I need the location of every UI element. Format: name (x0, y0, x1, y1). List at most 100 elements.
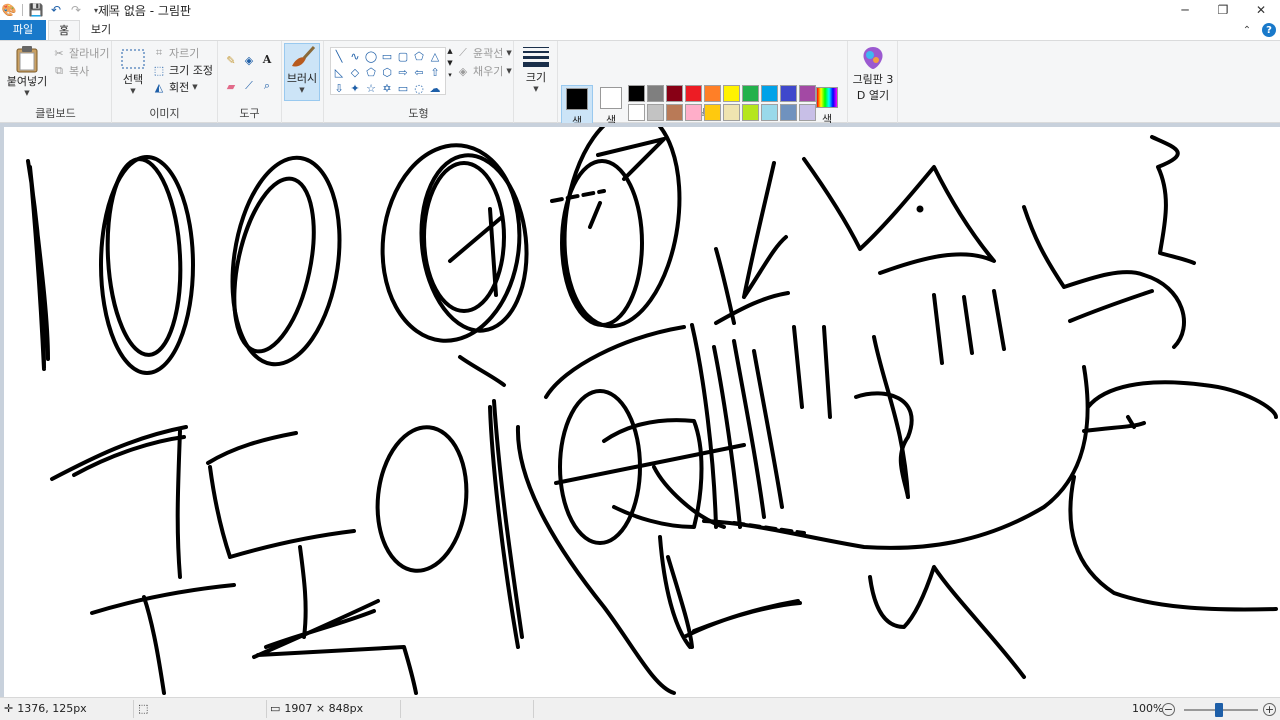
paint3d-label-line2: D 열기 (856, 89, 890, 102)
palette-swatch[interactable] (723, 85, 740, 102)
palette-swatch[interactable] (780, 104, 797, 121)
redo-icon[interactable]: ↷ (69, 3, 83, 17)
paste-button[interactable]: 붙여넣기 ▼ (4, 45, 50, 97)
oval-callout-shape-icon[interactable]: ◌ (411, 80, 427, 96)
rounded-rectangle-shape-icon[interactable]: ▢ (395, 48, 411, 64)
color-picker-icon[interactable]: ⟋ (242, 79, 256, 93)
select-icon (121, 49, 145, 69)
resize-button[interactable]: ⬚ 크기 조정 (152, 62, 213, 78)
palette-swatch[interactable] (742, 104, 759, 121)
palette-swatch[interactable] (761, 104, 778, 121)
fill-bucket-icon[interactable]: ◈ (242, 53, 256, 67)
undo-icon[interactable]: ↶ (49, 3, 63, 17)
expand-gallery-icon[interactable]: ▾ (448, 71, 452, 79)
freehand-drawing (26, 123, 1278, 695)
rotate-icon: ◭ (154, 80, 164, 94)
zoom-slider-thumb[interactable] (1215, 703, 1223, 717)
pentagon-shape-icon[interactable]: ⬠ (363, 64, 379, 80)
palette-swatch[interactable] (647, 104, 664, 121)
scroll-up-icon[interactable]: ▲ (447, 47, 452, 55)
size-label: 크기 (525, 71, 547, 84)
pencil-icon[interactable]: ✎ (224, 53, 238, 67)
rotate-button[interactable]: ◭ 회전 ▼ (152, 79, 198, 95)
group-brushes: 브러시 ▼ (282, 41, 324, 123)
select-button[interactable]: 선택 ▼ (116, 47, 150, 95)
right-arrow-shape-icon[interactable]: ⇨ (395, 64, 411, 80)
oval-shape-icon[interactable]: ◯ (363, 48, 379, 64)
fill-button[interactable]: ◈ 채우기 ▼ (456, 63, 512, 79)
canvas-size: ▭ 1907 × 848px (270, 702, 363, 715)
curve-shape-icon[interactable]: ∿ (347, 48, 363, 64)
palette-swatch[interactable] (704, 104, 721, 121)
drawing-canvas[interactable] (4, 123, 1280, 697)
selection-size: ⬚ (138, 702, 148, 715)
color2-swatch (600, 87, 622, 109)
four-point-star-shape-icon[interactable]: ✦ (347, 80, 363, 96)
open-paint3d-button[interactable]: 그림판 3 D 열기 (850, 45, 896, 103)
brush-icon (292, 45, 316, 67)
palette-swatch[interactable] (628, 104, 645, 121)
size-button[interactable]: 크기 ▼ (518, 45, 554, 93)
paint3d-label-line1: 그림판 3 (852, 73, 894, 86)
copy-button[interactable]: ⧉ 복사 (52, 63, 89, 79)
tab-home[interactable]: 홈 (48, 20, 80, 40)
triangle-shape-icon[interactable]: △ (427, 48, 443, 64)
outline-button[interactable]: ⟋ 윤곽선 ▼ (456, 45, 512, 61)
magnifier-icon[interactable]: ⌕ (260, 79, 274, 93)
palette-swatch[interactable] (780, 85, 797, 102)
zoom-in-button[interactable]: + (1263, 703, 1276, 716)
diamond-shape-icon[interactable]: ◇ (347, 64, 363, 80)
zoom-out-button[interactable]: − (1162, 703, 1175, 716)
down-arrow-shape-icon[interactable]: ⇩ (331, 80, 347, 96)
rounded-callout-shape-icon[interactable]: ▭ (395, 80, 411, 96)
palette-swatch[interactable] (647, 85, 664, 102)
paint-app-icon[interactable]: 🎨 (2, 3, 17, 17)
divider (22, 4, 23, 16)
collapse-ribbon-icon[interactable]: ⌃ (1240, 23, 1254, 37)
text-icon[interactable]: A (260, 52, 274, 66)
shapes-scroll[interactable]: ▲ ▼ ▾ (446, 47, 454, 95)
close-button[interactable]: ✕ (1242, 0, 1280, 20)
hexagon-shape-icon[interactable]: ⬡ (379, 64, 395, 80)
palette-swatch[interactable] (666, 104, 683, 121)
tab-view[interactable]: 보기 (84, 20, 118, 40)
group-clipboard: 붙여넣기 ▼ ✂ 잘라내기 ⧉ 복사 클립보드 (0, 41, 112, 123)
help-icon[interactable]: ? (1262, 23, 1276, 37)
five-point-star-shape-icon[interactable]: ☆ (363, 80, 379, 96)
polygon-shape-icon[interactable]: ⬠ (411, 48, 427, 64)
brushes-button[interactable]: 브러시 ▼ (284, 43, 320, 101)
group-size: 크기 ▼ (514, 41, 558, 123)
palette-swatch[interactable] (723, 104, 740, 121)
minimize-button[interactable]: ─ (1166, 0, 1204, 20)
palette-swatch[interactable] (666, 85, 683, 102)
cloud-callout-shape-icon[interactable]: ☁ (427, 80, 443, 96)
line-size-icon (523, 47, 549, 67)
right-triangle-shape-icon[interactable]: ◺ (331, 64, 347, 80)
up-arrow-shape-icon[interactable]: ⇧ (427, 64, 443, 80)
scroll-down-icon[interactable]: ▼ (447, 59, 452, 67)
resize-icon: ⬚ (153, 63, 165, 77)
left-arrow-shape-icon[interactable]: ⇦ (411, 64, 427, 80)
crop-button[interactable]: ⌗ 자르기 (152, 45, 199, 61)
six-point-star-shape-icon[interactable]: ✡ (379, 80, 395, 96)
palette-swatch[interactable] (685, 104, 702, 121)
rectangle-shape-icon[interactable]: ▭ (379, 48, 395, 64)
cut-button[interactable]: ✂ 잘라내기 (52, 45, 109, 61)
maximize-button[interactable]: ❐ (1204, 0, 1242, 20)
divider (133, 700, 134, 718)
line-shape-icon[interactable]: ╲ (331, 48, 347, 64)
palette-swatch[interactable] (742, 85, 759, 102)
tab-file[interactable]: 파일 (0, 20, 46, 40)
copy-label: 복사 (69, 65, 90, 78)
copy-icon: ⧉ (55, 64, 63, 77)
save-icon[interactable]: 💾 (29, 3, 44, 17)
cursor-position-value: 1376, 125px (17, 702, 87, 715)
palette-swatch[interactable] (704, 85, 721, 102)
eraser-icon[interactable]: ▰ (224, 79, 238, 93)
crop-icon: ⌗ (155, 46, 163, 59)
selection-icon: ⬚ (138, 702, 149, 715)
palette-swatch[interactable] (761, 85, 778, 102)
divider (266, 700, 267, 718)
palette-swatch[interactable] (628, 85, 645, 102)
palette-swatch[interactable] (685, 85, 702, 102)
